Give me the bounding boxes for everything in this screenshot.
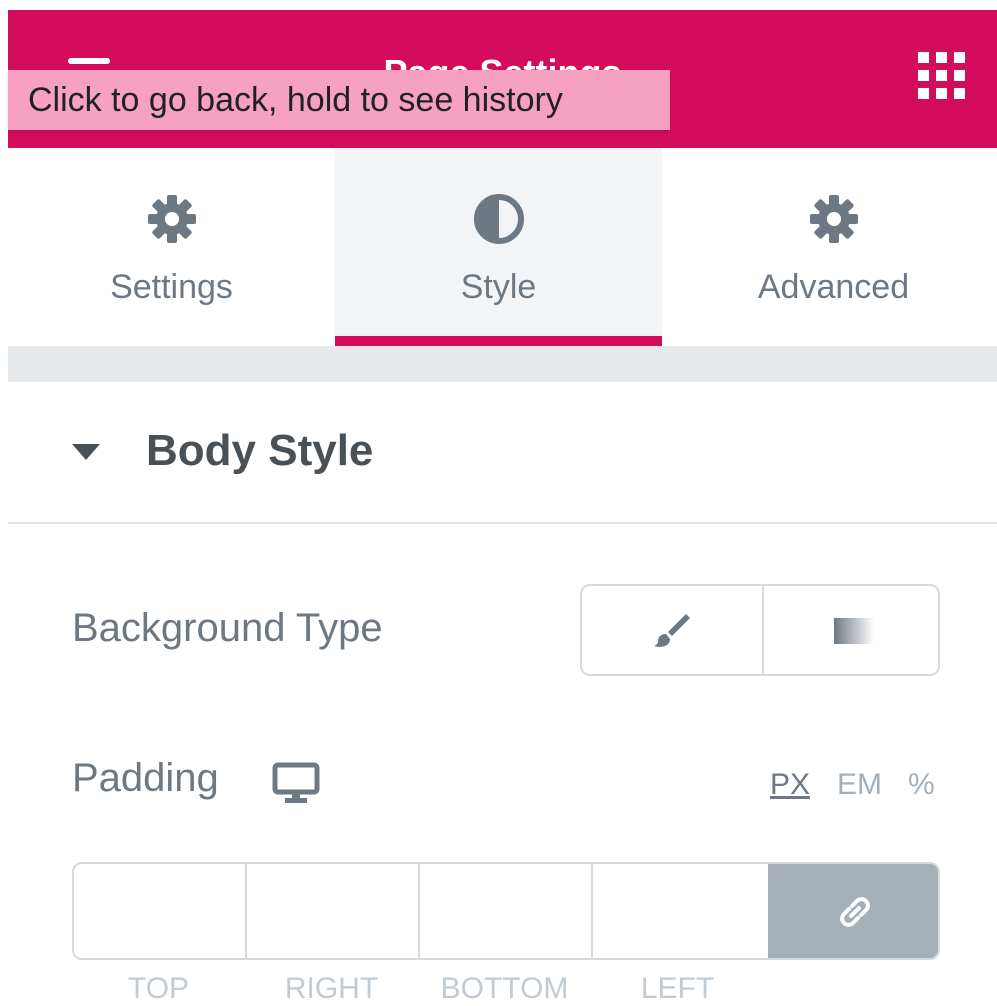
padding-bottom-label: BOTTOM [440, 972, 569, 1005]
padding-left-label: LEFT [640, 972, 715, 1005]
unit-percent[interactable]: % [908, 768, 935, 802]
background-type-switch [580, 584, 940, 676]
background-gradient-option[interactable] [762, 586, 938, 674]
padding-right-input[interactable] [247, 864, 420, 958]
padding-dimensions [72, 862, 940, 960]
tab-advanced[interactable]: Advanced [670, 148, 997, 346]
gear-icon [147, 195, 196, 243]
gear-icon [809, 195, 858, 243]
background-type-label: Background Type [72, 606, 383, 650]
tab-label: Settings [110, 268, 233, 306]
padding-right-label: RIGHT [284, 972, 379, 1005]
half-circle-icon [473, 194, 524, 244]
tab-style[interactable]: Style [335, 148, 662, 346]
unit-px[interactable]: PX [770, 768, 810, 802]
tab-label: Advanced [757, 268, 910, 306]
panel-tabs: Settings Style Advanced [8, 148, 997, 346]
caret-down-icon [72, 444, 100, 460]
gradient-icon [834, 618, 874, 644]
padding-bottom-input[interactable] [420, 864, 593, 958]
padding-top-label: TOP [127, 972, 190, 1005]
padding-top-input[interactable] [74, 864, 247, 958]
background-classic-option[interactable] [582, 586, 762, 674]
section-title: Body Style [146, 426, 374, 475]
active-tab-indicator [335, 336, 662, 346]
section-divider [8, 346, 997, 382]
back-tooltip: Click to go back, hold to see history [8, 70, 670, 130]
tab-settings[interactable]: Settings [8, 148, 335, 346]
padding-left-input[interactable] [593, 864, 768, 958]
link-values-button[interactable] [768, 864, 938, 958]
padding-label: Padding [72, 756, 219, 800]
tab-label: Style [460, 268, 537, 306]
brush-icon [654, 614, 690, 647]
grid-icon[interactable] [918, 52, 966, 100]
monitor-icon[interactable] [272, 762, 320, 804]
link-icon [840, 897, 870, 927]
section-toggle-body-style[interactable]: Body Style [8, 382, 997, 524]
unit-em[interactable]: EM [837, 768, 882, 802]
